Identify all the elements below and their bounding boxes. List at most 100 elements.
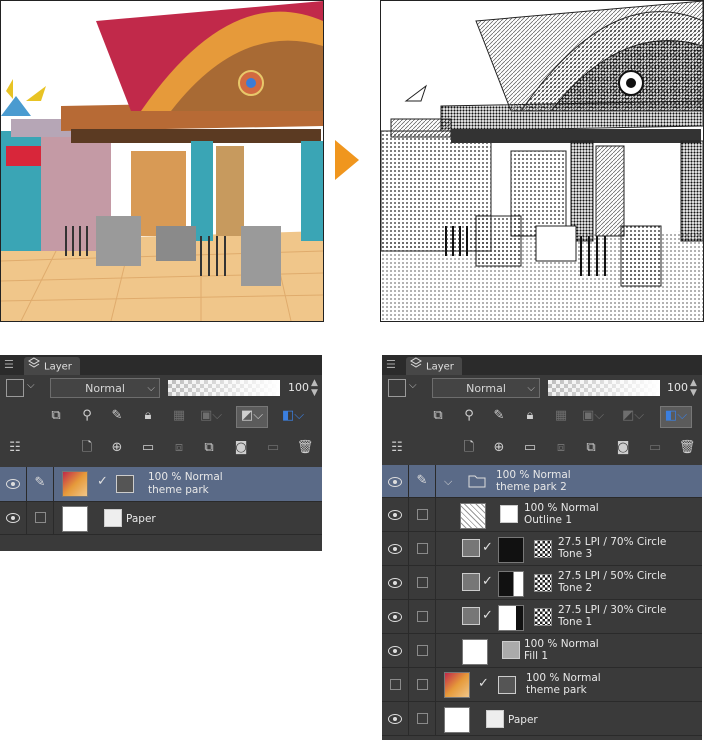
eye-icon[interactable] — [388, 714, 402, 724]
transfer-down-icon[interactable]: ⧈ — [170, 439, 188, 457]
layer-thumbnail — [462, 639, 488, 665]
opacity-slider[interactable] — [168, 380, 280, 396]
opacity-value[interactable]: 100 — [288, 380, 309, 396]
layer-name-line1: 27.5 LPI / 30% Circle — [558, 604, 667, 616]
edit-toggle[interactable] — [416, 645, 428, 656]
paper-icon — [486, 710, 504, 728]
layer-row[interactable]: Paper — [382, 702, 702, 736]
layer-row[interactable]: ✓ 100 % Normal theme park — [382, 668, 702, 702]
stepper-icon[interactable]: ▲ ▼ — [311, 378, 318, 398]
menu-icon[interactable]: ☰ — [386, 358, 396, 372]
eye-icon[interactable] — [6, 479, 20, 489]
layer-color-icon[interactable]: ◧⌵ — [660, 406, 692, 428]
blend-mode-select[interactable]: Normal ⌵ — [432, 378, 540, 398]
edit-toggle[interactable] — [416, 713, 428, 724]
menu-icon[interactable]: ☰ — [4, 358, 14, 372]
new-raster-layer-icon[interactable]: 🗋 — [78, 439, 96, 457]
new-raster-layer-icon[interactable]: 🗋 — [460, 439, 478, 457]
eye-icon[interactable] — [388, 477, 402, 487]
new-vector-layer-icon[interactable]: ⊕ — [108, 439, 126, 457]
blend-mode-value: Normal — [466, 382, 506, 395]
layer-color-icon[interactable]: ◧⌵ — [282, 407, 304, 425]
new-folder-icon[interactable]: ▭ — [139, 439, 157, 457]
chevron-down-icon[interactable]: ⌵ — [444, 475, 452, 489]
layer-name-line1: 100 % Normal — [148, 471, 223, 483]
lock-icon[interactable]: 🔒︎ — [139, 407, 157, 425]
layer-color-swatch[interactable] — [6, 379, 24, 397]
eye-icon[interactable] — [388, 646, 402, 656]
mask-enable-icon[interactable]: ▣⌵ — [200, 407, 222, 425]
edit-toggle[interactable] — [416, 577, 428, 588]
check-icon: ✓ — [97, 474, 108, 489]
lock-icon[interactable]: 🔒︎ — [521, 407, 539, 425]
edit-toggle[interactable] — [416, 611, 428, 622]
blend-controls: ⌵ Normal ⌵ 100 ▲ ▼ — [382, 375, 702, 403]
layer-name-line2: Tone 2 — [558, 582, 593, 594]
visibility-toggle[interactable] — [389, 679, 401, 690]
layer-thumbnail — [460, 503, 486, 529]
tab-layer[interactable]: Layer — [24, 357, 80, 375]
layer-name-line1: 100 % Normal — [524, 502, 599, 514]
tab-layer[interactable]: Layer — [406, 357, 462, 375]
layer-list-icon[interactable]: ☷ — [6, 439, 24, 457]
layer-row[interactable]: 100 % Normal Outline 1 — [382, 498, 702, 532]
pen-icon[interactable]: ✎ — [417, 473, 428, 488]
merge-down-icon[interactable]: ⧉ — [582, 439, 600, 457]
ruler-icon[interactable]: ◩⌵ — [236, 406, 268, 428]
layer-color-swatch[interactable] — [388, 379, 406, 397]
new-vector-layer-icon[interactable]: ⊕ — [490, 439, 508, 457]
layer-name-line1: Paper — [126, 513, 156, 525]
eye-icon[interactable] — [388, 578, 402, 588]
layer-row[interactable]: ✎ ✓ 100 % Normal theme park — [0, 467, 322, 502]
layer-list-icon[interactable]: ☷ — [388, 439, 406, 457]
layer-name-line1: 27.5 LPI / 70% Circle — [558, 536, 667, 548]
merge-down-icon[interactable]: ⧉ — [200, 439, 218, 457]
opacity-slider[interactable] — [548, 380, 660, 396]
layer-row[interactable]: ✓ 27.5 LPI / 70% Circle Tone 3 — [382, 532, 702, 566]
clip-icon[interactable]: ⧉ — [47, 407, 65, 425]
apply-mask-icon[interactable]: ▭ — [264, 439, 282, 457]
layer-row[interactable]: ✓ 27.5 LPI / 30% Circle Tone 1 — [382, 600, 702, 634]
outline-icon — [500, 505, 518, 523]
add-mask-icon[interactable]: ◙ — [232, 439, 250, 457]
ruler-icon[interactable]: ◩⌵ — [622, 407, 644, 425]
lock-transparent-icon[interactable]: ▦ — [170, 407, 188, 425]
eye-icon[interactable] — [388, 510, 402, 520]
edit-toggle[interactable] — [416, 679, 428, 690]
clip-icon[interactable]: ⧉ — [429, 407, 447, 425]
reference-icon[interactable]: ⚲ — [78, 407, 96, 425]
mask-enable-icon[interactable]: ▣⌵ — [582, 407, 604, 425]
layer-row[interactable]: Paper — [0, 501, 322, 535]
clip-icon — [462, 607, 480, 625]
layers-icon — [410, 357, 422, 376]
delete-layer-icon[interactable]: 🗑︎ — [678, 439, 696, 457]
layer-tools-row-1: ⧉ ⚲ ✎ 🔒︎ ▦ ▣⌵ ◩⌵ ◧⌵ — [382, 406, 702, 433]
draft-icon[interactable]: ✎ — [108, 407, 126, 425]
layer-row[interactable]: ✓ 27.5 LPI / 50% Circle Tone 2 — [382, 566, 702, 600]
new-folder-icon[interactable]: ▭ — [521, 439, 539, 457]
layer-row[interactable]: 100 % Normal Fill 1 — [382, 634, 702, 668]
arrow-right-icon — [335, 140, 359, 184]
pen-icon[interactable]: ✎ — [35, 475, 46, 490]
lock-transparent-icon[interactable]: ▦ — [552, 407, 570, 425]
delete-layer-icon[interactable]: 🗑︎ — [296, 439, 314, 457]
check-icon: ✓ — [482, 574, 493, 589]
add-mask-icon[interactable]: ◙ — [614, 439, 632, 457]
chevron-down-icon[interactable]: ⌵ — [27, 380, 35, 391]
edit-toggle[interactable] — [34, 512, 46, 523]
blend-mode-select[interactable]: Normal ⌵ — [50, 378, 160, 398]
chevron-down-icon[interactable]: ⌵ — [409, 380, 417, 391]
draft-icon[interactable]: ✎ — [490, 407, 508, 425]
eye-icon[interactable] — [6, 513, 20, 523]
opacity-value[interactable]: 100 — [667, 380, 688, 396]
blend-controls: ⌵ Normal ⌵ 100 ▲ ▼ — [0, 375, 322, 403]
stepper-icon[interactable]: ▲ ▼ — [690, 378, 697, 398]
eye-icon[interactable] — [388, 612, 402, 622]
transfer-down-icon[interactable]: ⧈ — [552, 439, 570, 457]
edit-toggle[interactable] — [416, 543, 428, 554]
apply-mask-icon[interactable]: ▭ — [646, 439, 664, 457]
eye-icon[interactable] — [388, 544, 402, 554]
layer-row[interactable]: ✎ ⌵ 100 % Normal theme park 2 — [382, 465, 702, 498]
reference-icon[interactable]: ⚲ — [460, 407, 478, 425]
edit-toggle[interactable] — [416, 509, 428, 520]
